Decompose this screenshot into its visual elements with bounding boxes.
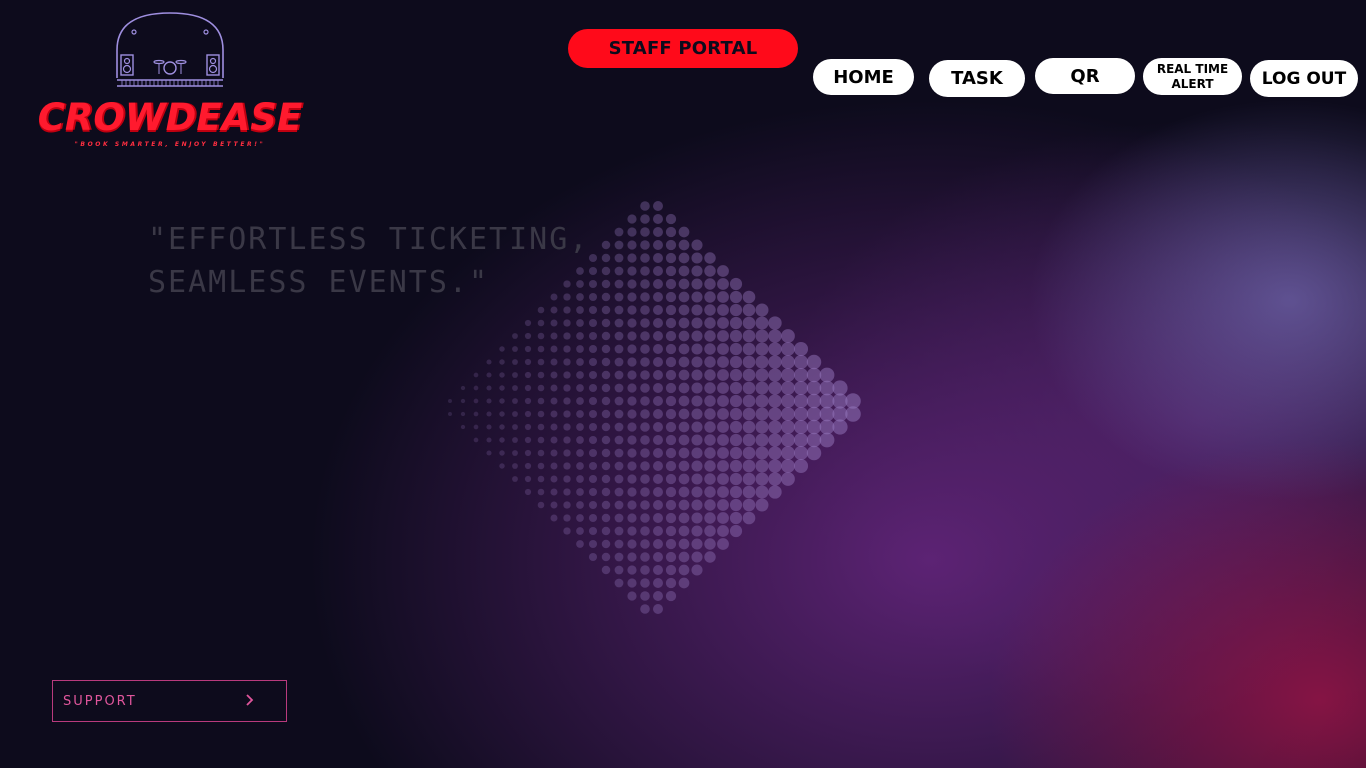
nav-task-button[interactable]: TASK [929, 60, 1025, 97]
hero-headline-line1: "EFFORTLESS TICKETING, [148, 222, 590, 257]
brand-logo[interactable]: CROWDEASE "BOOK SMARTER, ENJOY BETTER!" [34, 10, 306, 152]
nav-task-label: TASK [951, 68, 1003, 89]
nav-real-time-alert-button[interactable]: REAL TIME ALERT [1143, 58, 1242, 95]
nav-home-button[interactable]: HOME [813, 59, 914, 95]
nav-qr-label: QR [1070, 65, 1100, 87]
nav-home-label: HOME [833, 66, 894, 88]
nav-alert-label-line1: REAL TIME [1156, 61, 1229, 76]
hero-headline: "EFFORTLESS TICKETING, SEAMLESS EVENTS." [148, 218, 668, 304]
support-label: SUPPORT [63, 693, 137, 709]
nav-logout-label: LOG OUT [1261, 68, 1347, 89]
chevron-right-icon [246, 694, 254, 706]
brand-tagline: "BOOK SMARTER, ENJOY BETTER!" [74, 141, 266, 148]
hero-headline-line2: SEAMLESS EVENTS." [148, 265, 490, 300]
staff-portal-button[interactable]: STAFF PORTAL [568, 29, 798, 68]
nav-alert-label-line2: ALERT [1171, 76, 1214, 91]
stage-dome-icon [116, 12, 224, 87]
nav-logout-button[interactable]: LOG OUT [1250, 60, 1358, 97]
support-button[interactable]: SUPPORT [52, 680, 287, 722]
brand-name: CROWDEASE [37, 96, 303, 139]
nav-qr-button[interactable]: QR [1035, 58, 1135, 94]
